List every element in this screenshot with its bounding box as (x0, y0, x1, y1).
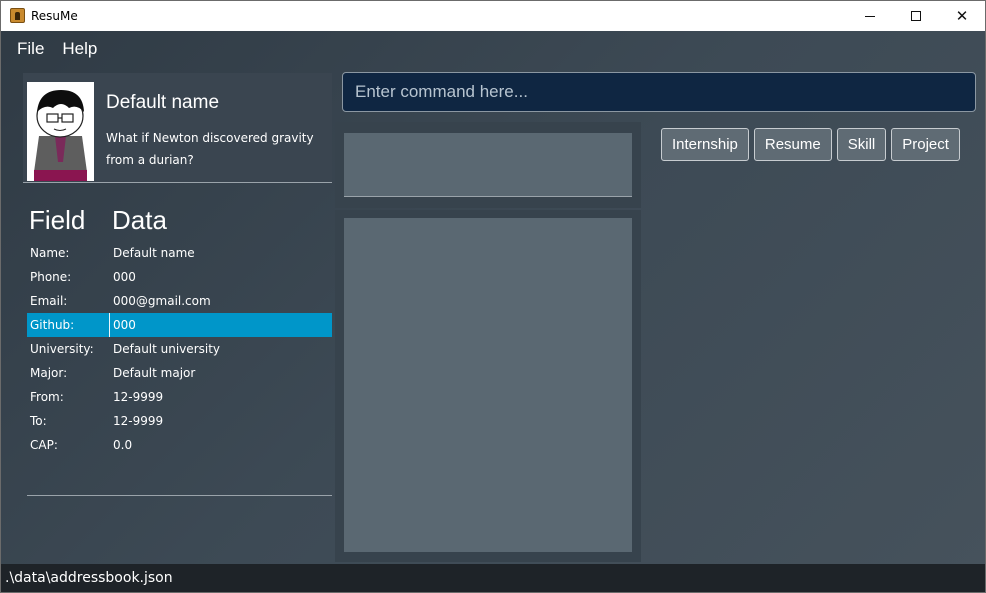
field-value: 12-9999 (113, 414, 164, 428)
menu-help[interactable]: Help (62, 39, 97, 59)
field-label: CAP: (30, 438, 58, 452)
field-value: 000 (113, 270, 136, 284)
tab-internship[interactable]: Internship (661, 128, 749, 161)
field-value: Default name (113, 246, 195, 260)
table-row[interactable]: University: Default university (27, 337, 332, 361)
field-value: 12-9999 (113, 390, 164, 404)
list-panel-bottom (335, 210, 641, 562)
profile-name: Default name (106, 92, 220, 113)
command-input[interactable] (342, 72, 976, 112)
column-header-data: Data (112, 205, 167, 235)
avatar-icon (27, 82, 94, 181)
field-value: 000@gmail.com (113, 294, 211, 308)
minimize-icon (865, 15, 875, 17)
window-title: ResuMe (31, 9, 78, 23)
column-separator (109, 313, 110, 337)
table-row[interactable]: Email: 000@gmail.com (27, 289, 332, 313)
field-label: University: (30, 342, 94, 356)
field-label: Name: (30, 246, 70, 260)
tab-bar: Internship Resume Skill Project (661, 128, 965, 161)
close-button[interactable]: ✕ (939, 1, 985, 31)
table-row[interactable]: CAP: 0.0 (27, 433, 332, 457)
field-label: Github: (30, 318, 75, 332)
field-value: 0.0 (113, 438, 133, 452)
profile-bio: What if Newton discovered gravity from a… (106, 131, 314, 167)
table-row[interactable]: From: 12-9999 (27, 385, 332, 409)
field-label: To: (30, 414, 47, 428)
table-row[interactable]: To: 12-9999 (27, 409, 332, 433)
field-label: Phone: (30, 270, 72, 284)
maximize-icon (911, 11, 921, 21)
tab-resume[interactable]: Resume (753, 128, 832, 161)
field-label: Major: (30, 366, 68, 380)
field-value: 000 (113, 318, 136, 332)
app-icon (10, 8, 25, 23)
list-cell[interactable] (344, 218, 632, 552)
status-path: .\data\addressbook.json (5, 570, 173, 586)
menu-file[interactable]: File (17, 39, 44, 59)
title-bar[interactable]: ResuMe ✕ (1, 1, 985, 31)
table-row[interactable]: Phone: 000 (27, 265, 332, 289)
minimize-button[interactable] (847, 1, 893, 31)
field-label: Email: (30, 294, 68, 308)
status-bar: .\data\addressbook.json (1, 564, 985, 592)
table-row[interactable]: Name: Default name (27, 241, 332, 265)
profile-card: Default name What if Newton discovered g… (23, 73, 332, 183)
field-data-table[interactable]: Field Data Name: Default name Phone: 000… (27, 201, 332, 496)
app-window: ResuMe ✕ File Help Default name What if … (0, 0, 986, 593)
menu-bar: File Help (1, 32, 985, 66)
field-value: Default major (113, 366, 196, 380)
tab-skill[interactable]: Skill (836, 128, 887, 161)
maximize-button[interactable] (893, 1, 939, 31)
table-row-selected[interactable]: Github: 000 (27, 313, 332, 337)
list-panel-top (335, 122, 641, 208)
avatar (27, 82, 94, 181)
close-icon: ✕ (955, 7, 969, 25)
list-cell[interactable] (344, 133, 632, 197)
column-header-field: Field (29, 205, 86, 235)
tab-project[interactable]: Project (891, 128, 960, 161)
field-label: From: (30, 390, 64, 404)
table-row[interactable]: Major: Default major (27, 361, 332, 385)
field-value: Default university (113, 342, 221, 356)
